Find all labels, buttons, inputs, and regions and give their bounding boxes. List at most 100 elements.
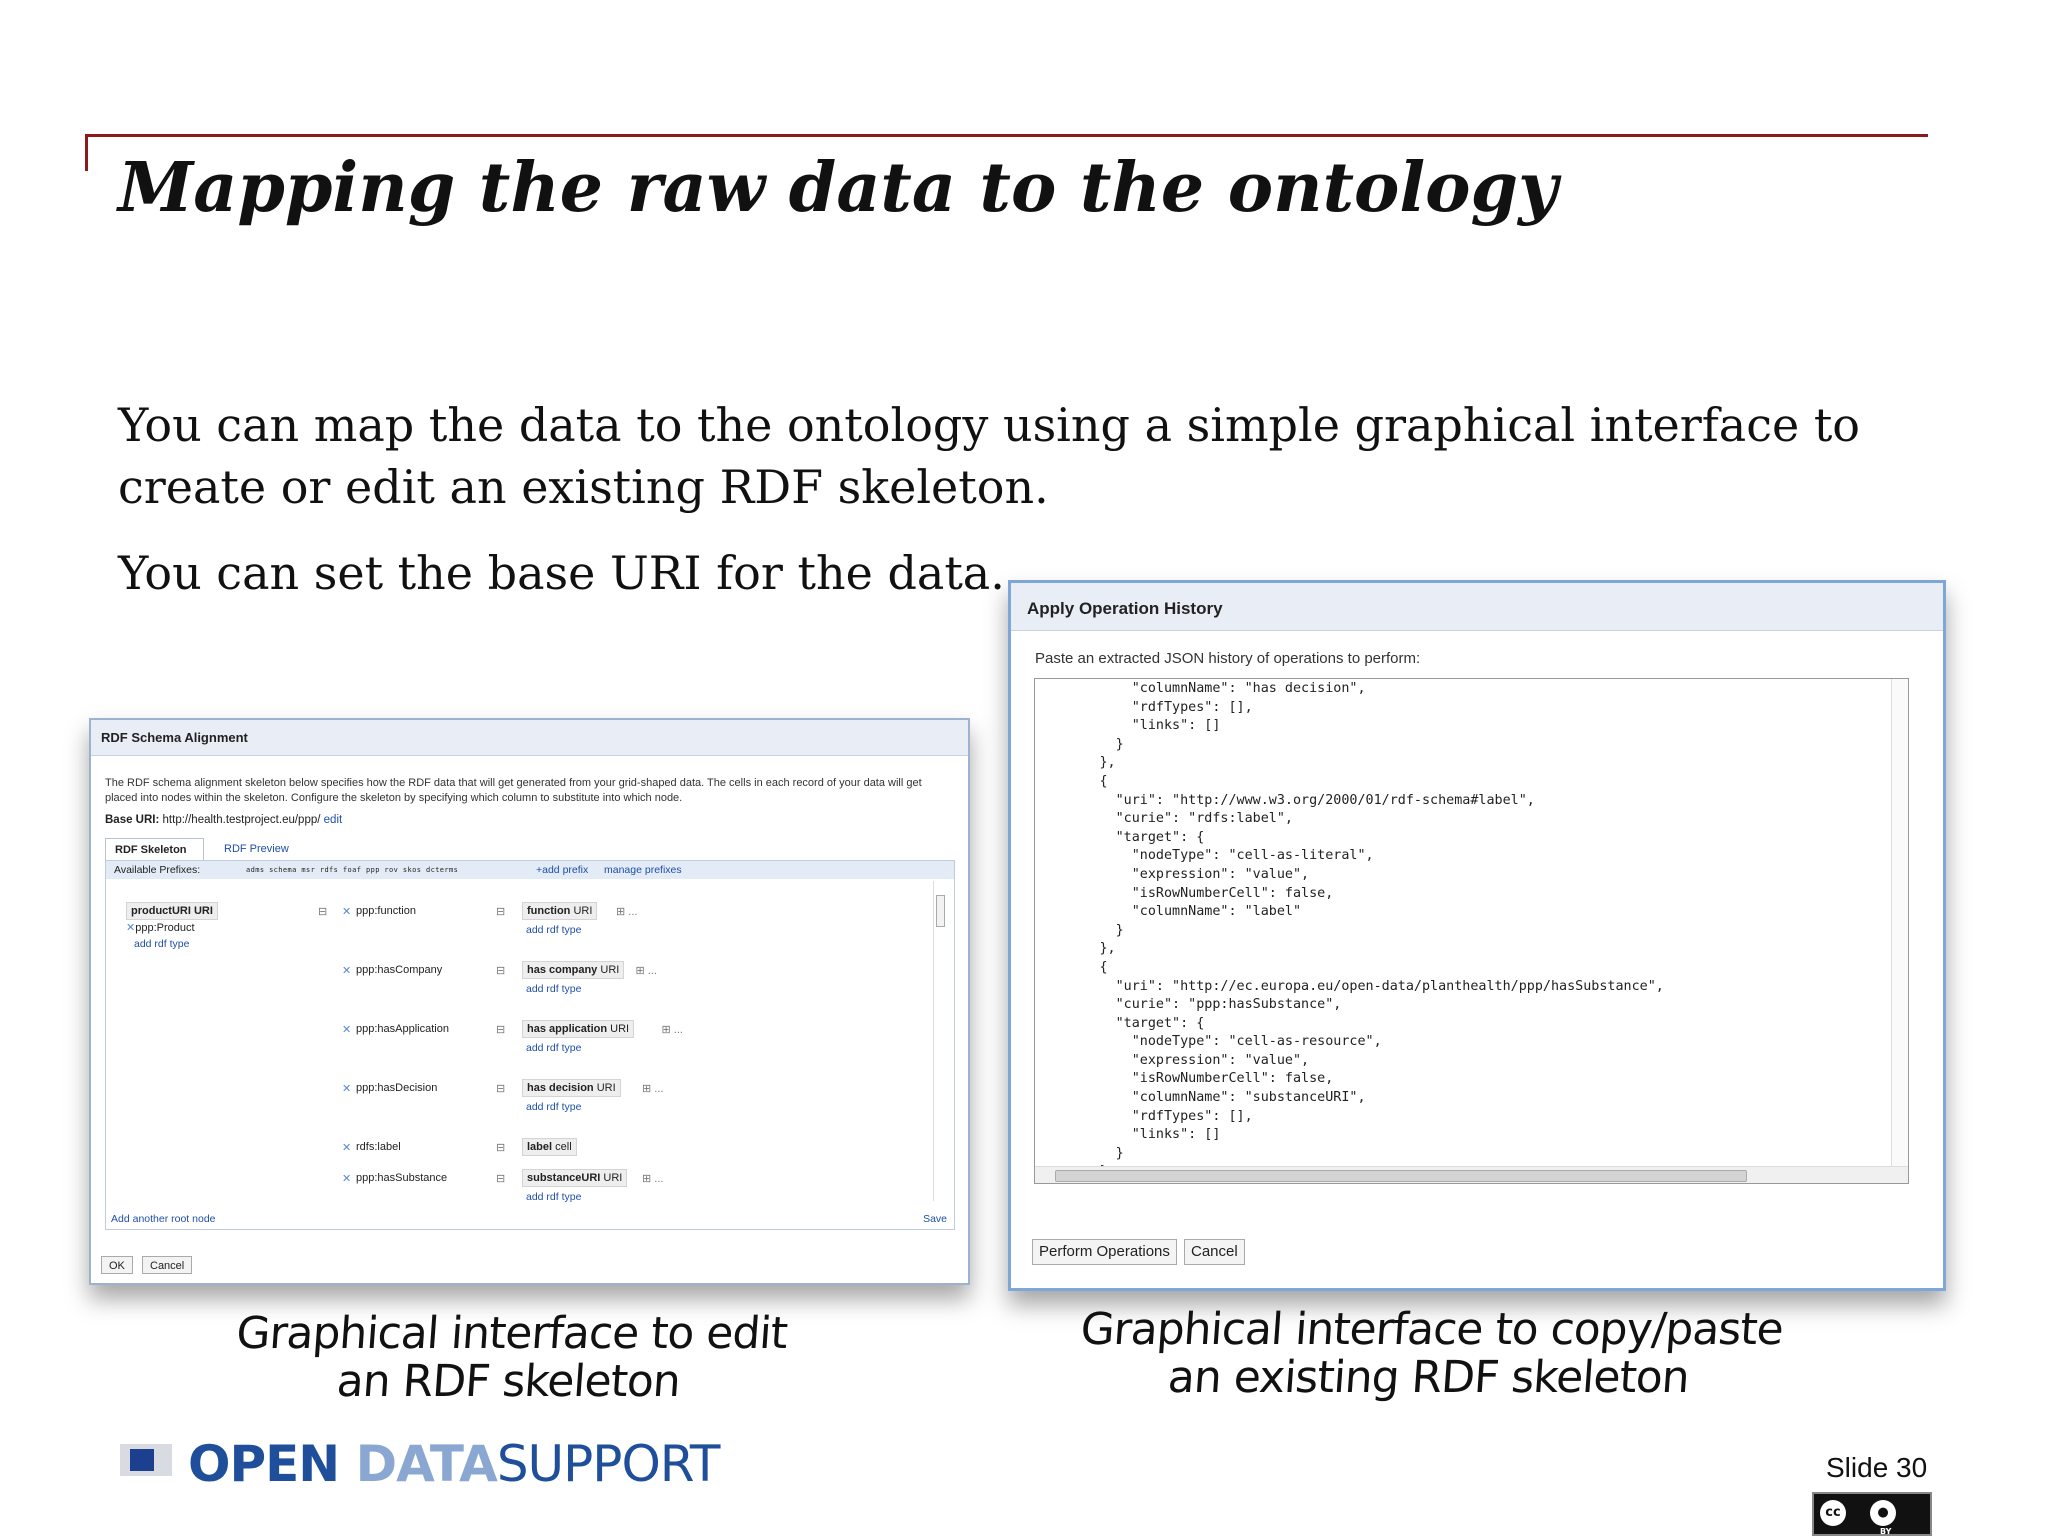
root-node-label: productURI URI [126, 902, 218, 920]
remove-property-icon[interactable]: ✕ [342, 1023, 351, 1036]
target-column: function [527, 905, 571, 917]
prefix-list: adms schema msr rdfs foaf ppp rov skos d… [246, 866, 459, 874]
tab-rdf-preview[interactable]: RDF Preview [215, 838, 298, 860]
by-label: BY [1880, 1527, 1892, 1536]
target-column: has application [527, 1023, 608, 1035]
prefix-bar: Available Prefixes: adms schema msr rdfs… [106, 861, 954, 879]
vertical-scrollbar[interactable] [1891, 679, 1908, 1183]
title-rule [85, 134, 1928, 137]
target-node[interactable]: has company URI [522, 961, 625, 979]
target-kind: URI [570, 905, 593, 917]
target-node[interactable]: has application URI [522, 1020, 635, 1038]
logo-support: SUPPORT [496, 1435, 721, 1493]
target-node-box: has decision URI [522, 1079, 621, 1097]
attribution-icon: ● [1870, 1500, 1896, 1526]
add-rdf-type-link[interactable]: add rdf type [526, 1191, 581, 1203]
target-node-box: function URI [522, 902, 598, 920]
add-rdf-type-link[interactable]: add rdf type [526, 924, 581, 936]
target-node[interactable]: has decision URI [522, 1079, 621, 1097]
save-link[interactable]: Save [923, 1213, 947, 1225]
add-rdf-type-link[interactable]: add rdf type [526, 1101, 581, 1113]
caption-left-line-1: Graphical interface to edit [234, 1308, 789, 1359]
property-label: rdfs:label [356, 1141, 401, 1153]
json-textarea[interactable]: "columnName": "has decision", "rdfTypes"… [1034, 678, 1909, 1184]
vertical-scrollbar[interactable] [933, 881, 946, 1201]
cc-icon: cc [1820, 1500, 1846, 1526]
collapse-icon[interactable]: ⊟ [496, 1141, 505, 1154]
expand-icon[interactable]: ⊞ ... [616, 905, 637, 918]
perform-operations-button[interactable]: Perform Operations [1032, 1239, 1177, 1265]
caption-left: Graphical interface to edit an RDF skele… [147, 1308, 874, 1407]
property-label: ppp:function [356, 905, 416, 917]
title-rule-tick [85, 134, 88, 171]
caption-right-line-1: Graphical interface to copy/paste [1078, 1304, 1785, 1355]
rdf-schema-alignment-dialog: RDF Schema Alignment The RDF schema alig… [89, 718, 970, 1285]
collapse-icon[interactable]: ⊟ [496, 1023, 505, 1036]
target-node[interactable]: substanceURI URI [522, 1169, 628, 1187]
body-paragraph-1: You can map the data to the ontology usi… [118, 394, 1868, 518]
prefixes-label: Available Prefixes: [114, 864, 201, 876]
remove-property-icon[interactable]: ✕ [342, 1172, 351, 1185]
collapse-icon[interactable]: ⊟ [496, 964, 505, 977]
property-label: ppp:hasApplication [356, 1023, 449, 1035]
target-column: has company [527, 964, 598, 976]
target-kind: URI [607, 1023, 630, 1035]
add-rdf-type-link[interactable]: add rdf type [526, 1042, 581, 1054]
property-label: ppp:hasSubstance [356, 1172, 448, 1184]
target-kind: cell [552, 1141, 572, 1153]
scroll-thumb[interactable] [936, 895, 945, 927]
slide-number: Slide 30 [1826, 1452, 1928, 1483]
target-kind: URI [600, 1172, 623, 1184]
expand-icon[interactable]: ⊞ ... [636, 964, 657, 977]
scroll-thumb[interactable] [1055, 1170, 1747, 1182]
dialog-title: RDF Schema Alignment [91, 720, 968, 756]
cc-license-badge: cc ● BY [1812, 1492, 1932, 1536]
cancel-button[interactable]: Cancel [142, 1256, 193, 1274]
tab-rdf-skeleton[interactable]: RDF Skeleton [105, 838, 204, 860]
remove-property-icon[interactable]: ✕ [342, 1141, 351, 1154]
target-node-box: has application URI [522, 1020, 635, 1038]
expand-icon[interactable]: ⊞ ... [662, 1023, 683, 1036]
dialog-description: The RDF schema alignment skeleton below … [105, 777, 922, 804]
body-paragraph-1-line-2: create or edit an existing RDF skeleton. [118, 460, 1049, 514]
slide-title: Mapping the raw data to the ontology [118, 148, 1558, 228]
target-node[interactable]: label cell [522, 1138, 577, 1156]
target-kind: URI [597, 964, 620, 976]
json-text: "columnName": "has decision", "rdfTypes"… [1099, 681, 1664, 1179]
collapse-icon[interactable]: ⊟ [496, 1082, 505, 1095]
caption-right-line-2: an existing RDF skeleton [1166, 1352, 1691, 1403]
base-uri-row: Base URI: http://health.testproject.eu/p… [105, 814, 342, 826]
target-column: substanceURI [527, 1172, 601, 1184]
logo-open: OPEN [188, 1435, 356, 1493]
expand-icon[interactable]: ⊞ ... [642, 1172, 663, 1185]
remove-property-icon[interactable]: ✕ [342, 905, 351, 918]
add-root-node-link[interactable]: Add another root node [111, 1213, 216, 1225]
collapse-icon[interactable]: ⊟ [496, 1172, 505, 1185]
ok-button[interactable]: OK [101, 1256, 133, 1274]
base-uri-value: http://health.testproject.eu/ppp/ [162, 814, 321, 826]
base-uri-edit-link[interactable]: edit [324, 814, 343, 826]
base-uri-label: Base URI: [105, 814, 160, 826]
collapse-icon[interactable]: ⊟ [496, 905, 505, 918]
collapse-icon[interactable]: ⊟ [318, 905, 327, 918]
remove-property-icon[interactable]: ✕ [342, 964, 351, 977]
caption-left-line-2: an RDF skeleton [335, 1356, 682, 1407]
cancel-button[interactable]: Cancel [1184, 1239, 1245, 1265]
eu-flag-icon [120, 1444, 172, 1476]
target-node[interactable]: function URI [522, 902, 598, 920]
dialog-title: Apply Operation History [1011, 583, 1943, 631]
add-prefix-link[interactable]: +add prefix [536, 861, 588, 879]
horizontal-scrollbar[interactable] [1035, 1166, 1908, 1183]
target-column: has decision [527, 1082, 594, 1094]
root-add-rdf-type-link[interactable]: add rdf type [134, 938, 189, 950]
manage-prefixes-link[interactable]: manage prefixes [604, 861, 682, 879]
target-node-box: substanceURI URI [522, 1169, 628, 1187]
root-type-label: ppp:Product [135, 922, 195, 934]
remove-property-icon[interactable]: ✕ [342, 1082, 351, 1095]
root-node-type: ✕ppp:Product [126, 921, 195, 934]
root-node[interactable]: productURI URI [126, 902, 218, 920]
expand-icon[interactable]: ⊞ ... [642, 1082, 663, 1095]
add-rdf-type-link[interactable]: add rdf type [526, 983, 581, 995]
property-label: ppp:hasCompany [356, 964, 443, 976]
remove-type-icon[interactable]: ✕ [126, 922, 135, 934]
